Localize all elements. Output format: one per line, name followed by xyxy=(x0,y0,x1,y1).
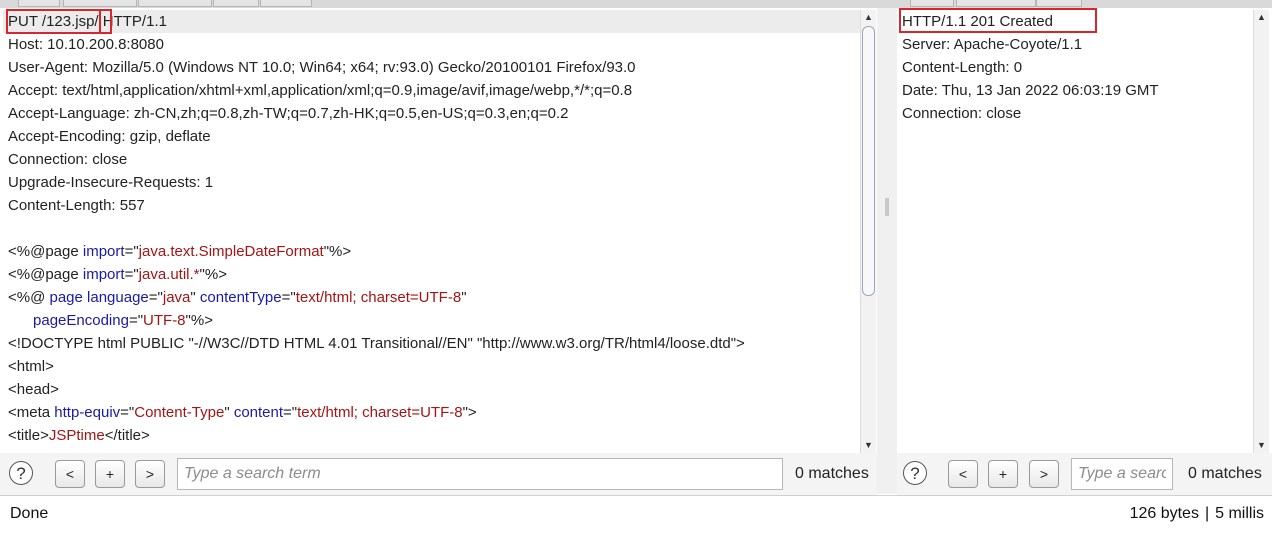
code-attr: pageEncoding xyxy=(33,312,129,329)
code-value: UTF-8 xyxy=(143,312,186,329)
status-text: Done xyxy=(10,505,49,522)
body-line-8[interactable]: <meta http-equiv="Content-Type" content=… xyxy=(8,401,477,424)
splitter-grip-icon[interactable] xyxy=(885,198,889,216)
code-text: <%@page xyxy=(8,266,83,283)
code-text: =" xyxy=(281,289,296,306)
code-text: " xyxy=(224,404,234,421)
scroll-up-icon[interactable]: ▲ xyxy=(861,10,876,25)
tab-response-headers[interactable] xyxy=(956,0,1036,7)
tab-params[interactable] xyxy=(63,0,137,7)
status-bar: Done 126 bytes | 5 millis xyxy=(0,495,1272,539)
request-header-content-length[interactable]: Content-Length: 557 xyxy=(8,194,145,217)
code-value: java.util.* xyxy=(138,266,200,283)
request-header-accept[interactable]: Accept: text/html,application/xhtml+xml,… xyxy=(8,79,632,102)
response-size: 126 bytes xyxy=(1129,505,1199,522)
search-next-button[interactable]: > xyxy=(1029,460,1059,488)
code-text: " xyxy=(190,289,200,306)
search-matches-count: 0 matches xyxy=(795,465,869,482)
response-header-server[interactable]: Server: Apache-Coyote/1.1 xyxy=(902,33,1082,56)
code-value: text/html; charset=UTF-8 xyxy=(297,404,463,421)
search-input[interactable] xyxy=(1071,458,1173,490)
search-add-button[interactable]: + xyxy=(95,460,125,488)
code-attr: contentType xyxy=(199,289,282,306)
response-viewer[interactable]: HTTP/1.1 201 Created Server: Apache-Coyo… xyxy=(897,8,1253,453)
response-time: 5 millis xyxy=(1215,505,1264,522)
code-text: "%> xyxy=(185,312,213,329)
request-editor[interactable]: PUT /123.jsp/ HTTP/1.1 Host: 10.10.200.8… xyxy=(3,8,860,453)
code-value: Content-Type xyxy=(134,404,225,421)
search-prev-button[interactable]: < xyxy=(55,460,85,488)
body-line-9[interactable]: <title>JSPtime</title> xyxy=(8,424,150,447)
code-value: text/html; charset=UTF-8 xyxy=(295,289,462,306)
response-header-content-length[interactable]: Content-Length: 0 xyxy=(902,56,1022,79)
request-header-accept-language[interactable]: Accept-Language: zh-CN,zh;q=0.8,zh-TW;q=… xyxy=(8,102,568,125)
code-text: " xyxy=(461,289,467,306)
code-text: "%> xyxy=(199,266,227,283)
tab-response-raw[interactable] xyxy=(910,0,954,7)
code-text: <%@ xyxy=(8,289,50,306)
body-line-4[interactable]: pageEncoding="UTF-8"%> xyxy=(8,309,213,332)
code-text: =" xyxy=(128,312,144,329)
tab-headers[interactable] xyxy=(138,0,212,7)
tab-raw[interactable] xyxy=(18,0,60,7)
code-value: JSPtime xyxy=(48,427,105,444)
scroll-down-icon[interactable]: ▼ xyxy=(1254,438,1269,453)
code-text: <meta xyxy=(8,404,55,421)
code-text: =" xyxy=(148,289,163,306)
code-text: "> xyxy=(462,404,477,421)
code-text: <title> xyxy=(8,427,49,444)
response-stats: 126 bytes | 5 millis xyxy=(1130,505,1264,523)
code-attr: import xyxy=(82,243,125,260)
code-text: =" xyxy=(124,243,139,260)
code-attr: import xyxy=(82,266,125,283)
response-header-date[interactable]: Date: Thu, 13 Jan 2022 06:03:19 GMT xyxy=(902,79,1159,102)
body-line-5[interactable]: <!DOCTYPE html PUBLIC "-//W3C//DTD HTML … xyxy=(8,332,745,355)
status-separator: | xyxy=(1204,505,1210,522)
tab-hex[interactable] xyxy=(213,0,259,7)
scroll-down-icon[interactable]: ▼ xyxy=(861,438,876,453)
code-attr: content xyxy=(233,404,284,421)
code-attr: page language xyxy=(49,289,149,306)
help-icon[interactable]: ? xyxy=(903,461,927,485)
response-status-line[interactable]: HTTP/1.1 201 Created xyxy=(902,10,1053,33)
tab-response-hex[interactable] xyxy=(1036,0,1082,7)
request-scroll-thumb[interactable] xyxy=(862,26,875,296)
help-icon[interactable]: ? xyxy=(9,461,33,485)
response-header-connection[interactable]: Connection: close xyxy=(902,102,1021,125)
search-input[interactable] xyxy=(177,458,783,490)
code-text: </title> xyxy=(104,427,150,444)
tab-extra[interactable] xyxy=(260,0,312,7)
request-header-accept-encoding[interactable]: Accept-Encoding: gzip, deflate xyxy=(8,125,211,148)
request-search-bar: ? < + > 0 matches xyxy=(0,453,877,495)
code-text: =" xyxy=(283,404,298,421)
request-header-user-agent[interactable]: User-Agent: Mozilla/5.0 (Windows NT 10.0… xyxy=(8,56,636,79)
request-line[interactable]: PUT /123.jsp/ HTTP/1.1 xyxy=(3,10,860,33)
request-header-connection[interactable]: Connection: close xyxy=(8,148,127,171)
body-line-3[interactable]: <%@ page language="java" contentType="te… xyxy=(8,286,467,309)
code-value: java xyxy=(162,289,191,306)
body-line-2[interactable]: <%@page import="java.util.*"%> xyxy=(8,263,227,286)
search-add-button[interactable]: + xyxy=(988,460,1018,488)
code-text: "%> xyxy=(323,243,352,260)
request-header-host[interactable]: Host: 10.10.200.8:8080 xyxy=(8,33,164,56)
code-text: =" xyxy=(124,266,139,283)
search-prev-button[interactable]: < xyxy=(948,460,978,488)
code-text: <%@page xyxy=(8,243,83,260)
request-scrollbar[interactable]: ▲ ▼ xyxy=(860,10,876,453)
body-line-6[interactable]: <html> xyxy=(8,355,54,378)
code-attr: http-equiv xyxy=(54,404,121,421)
request-header-upgrade[interactable]: Upgrade-Insecure-Requests: 1 xyxy=(8,171,213,194)
response-search-bar: ? < + > 0 matches xyxy=(897,453,1272,495)
scroll-up-icon[interactable]: ▲ xyxy=(1254,10,1269,25)
code-value: java.text.SimpleDateFormat xyxy=(138,243,324,260)
response-scrollbar[interactable]: ▲ ▼ xyxy=(1253,10,1269,453)
pane-splitter[interactable] xyxy=(877,8,897,494)
search-next-button[interactable]: > xyxy=(135,460,165,488)
code-text: =" xyxy=(120,404,135,421)
body-line-7[interactable]: <head> xyxy=(8,378,59,401)
search-matches-count: 0 matches xyxy=(1188,465,1262,482)
body-line-1[interactable]: <%@page import="java.text.SimpleDateForm… xyxy=(8,240,351,263)
